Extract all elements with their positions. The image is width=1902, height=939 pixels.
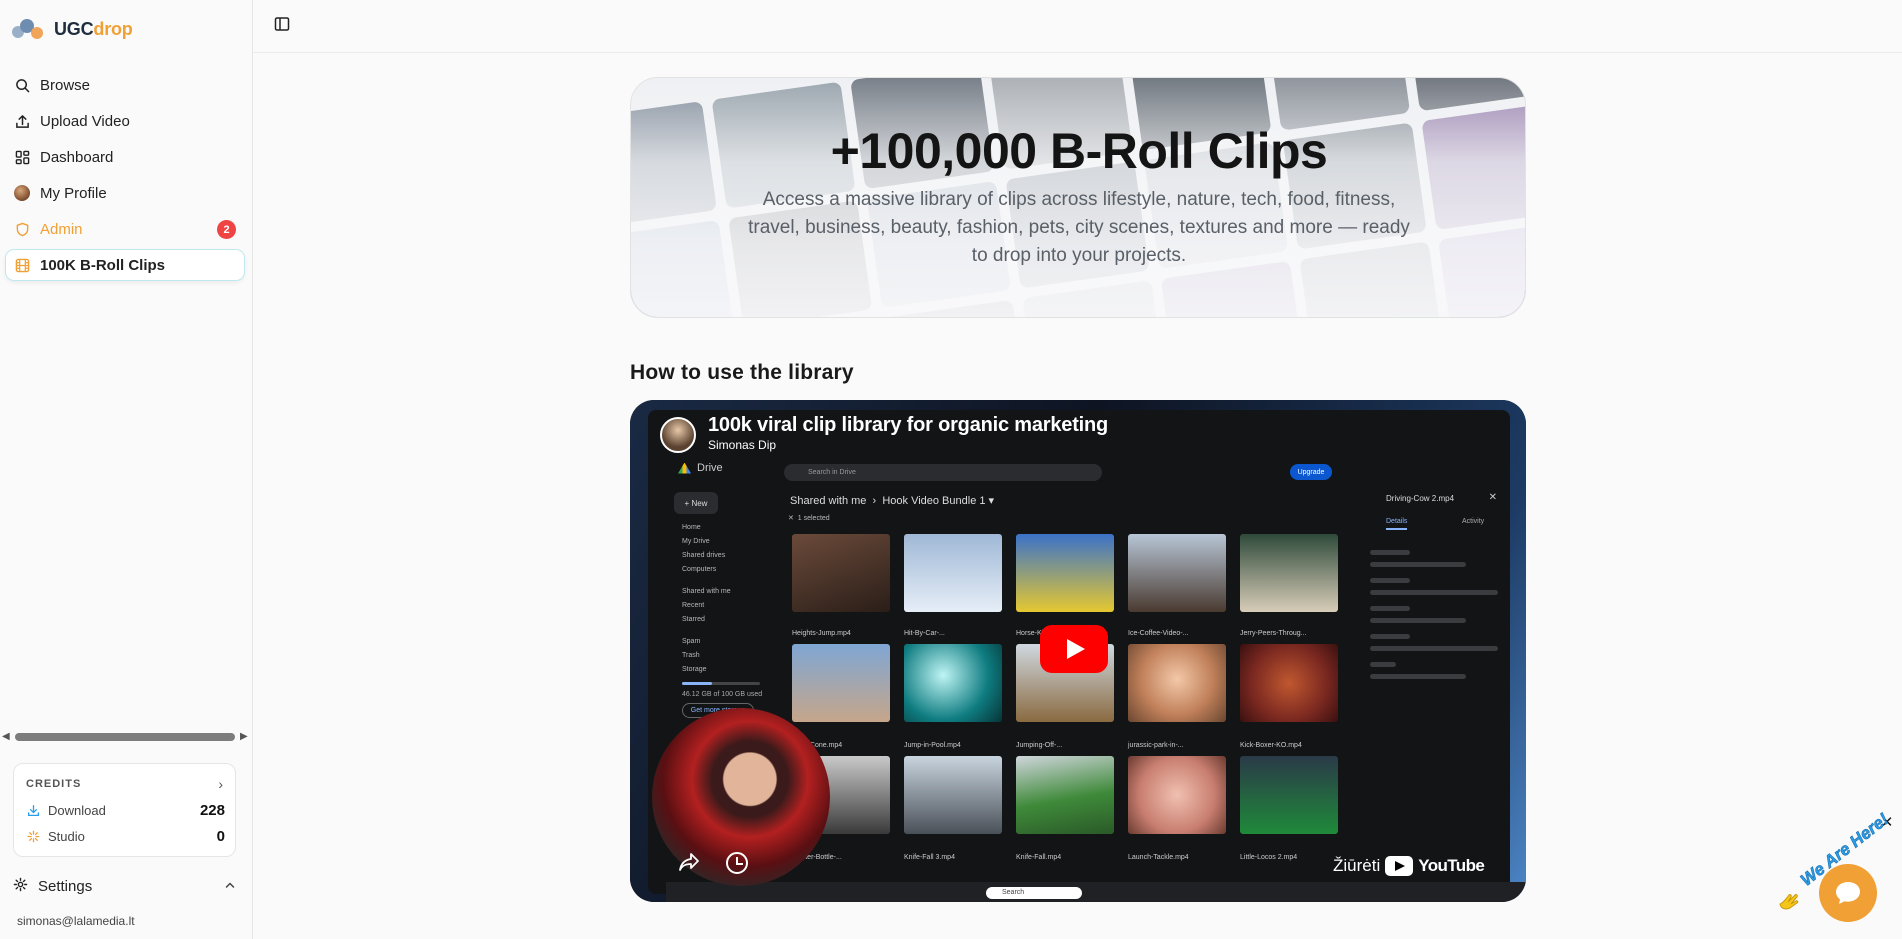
- sidebar-item-broll-clips[interactable]: 100K B-Roll Clips: [6, 250, 244, 280]
- drive-logo: Drive: [678, 462, 723, 474]
- sidebar-item-admin[interactable]: Admin 2: [6, 214, 244, 244]
- credit-row-download: Download 228: [26, 800, 225, 820]
- settings-toggle[interactable]: Settings: [13, 876, 236, 896]
- drive-nav-item: Storage: [682, 666, 707, 673]
- sidebar-horizontal-scrollbar[interactable]: ◀ ▶: [2, 731, 248, 743]
- drive-selection-bar: ✕ 1 selected: [788, 515, 830, 522]
- chevron-right-icon[interactable]: ›: [218, 776, 223, 792]
- hero-banner: +100,000 B-Roll Clips Access a massive l…: [630, 77, 1526, 318]
- youtube-embed[interactable]: Drive + New Home My Drive Shared drives …: [630, 400, 1526, 902]
- watch-label: Žiūrėti: [1333, 856, 1381, 875]
- drive-nav-item: Trash: [682, 652, 700, 659]
- dashboard-icon: [14, 149, 30, 165]
- credit-value: 0: [216, 827, 225, 845]
- sidebar-item-label: Dashboard: [40, 148, 114, 166]
- search-icon: [14, 77, 30, 93]
- sidebar-item-label: My Profile: [40, 184, 107, 202]
- chevron-up-icon: [224, 879, 236, 894]
- download-icon: [26, 803, 40, 817]
- sidebar-item-browse[interactable]: Browse: [6, 70, 244, 100]
- chat-launcher-button[interactable]: [1819, 864, 1877, 922]
- credit-value: 228: [199, 801, 225, 819]
- drive-nav-item: Computers: [682, 566, 717, 573]
- drive-nav-item: Home: [682, 524, 701, 531]
- waving-hand-icon: [1776, 888, 1804, 910]
- film-icon: [14, 257, 30, 273]
- sidebar-item-upload-video[interactable]: Upload Video: [6, 106, 244, 136]
- drive-storage-bar: [682, 682, 760, 685]
- play-button[interactable]: [1040, 625, 1108, 673]
- sparkle-icon: [26, 829, 40, 843]
- drive-storage-text: 46.12 GB of 100 GB used: [682, 691, 763, 698]
- drive-logo-icon: [678, 462, 691, 474]
- upload-icon: [14, 113, 30, 129]
- sidebar: UGCdrop Browse Upload Video Dashboard My…: [0, 0, 253, 939]
- youtube-wordmark: YouTube: [1418, 856, 1485, 875]
- sidebar-item-my-profile[interactable]: My Profile: [6, 178, 244, 208]
- credit-label: Studio: [48, 828, 85, 844]
- drive-upgrade-button: Upgrade: [1290, 464, 1332, 480]
- youtube-icon: [1385, 856, 1414, 876]
- settings-label: Settings: [38, 877, 93, 895]
- watch-later-icon[interactable]: [726, 852, 748, 874]
- avatar: [14, 185, 30, 201]
- drive-nav-item: Starred: [682, 616, 705, 623]
- hero-title: +100,000 B-Roll Clips: [830, 123, 1328, 179]
- sidebar-item-label: Admin: [40, 220, 83, 238]
- credits-card[interactable]: CREDITS › Download 228 Studio 0: [13, 763, 236, 857]
- close-icon: ✕: [1488, 492, 1497, 503]
- scroll-left-icon[interactable]: ◀: [2, 731, 10, 743]
- logo[interactable]: UGCdrop: [12, 16, 133, 42]
- drive-new-button: + New: [674, 492, 718, 514]
- drive-details-panel: Driving-Cow 2.mp4 ✕ Details Activity: [1360, 492, 1505, 742]
- shield-icon: [14, 221, 30, 237]
- share-icon[interactable]: [678, 852, 699, 872]
- credit-label: Download: [48, 802, 106, 818]
- section-title: How to use the library: [630, 361, 854, 384]
- sidebar-item-label: Browse: [40, 76, 91, 94]
- user-email: simonas@lalamedia.lt: [17, 914, 135, 928]
- scrollbar-thumb[interactable]: [15, 733, 235, 741]
- hero-subtitle: Access a massive library of clips across…: [748, 189, 1410, 266]
- drive-breadcrumb: Shared with me › Hook Video Bundle 1 ▾: [790, 495, 995, 507]
- channel-avatar[interactable]: [660, 417, 696, 453]
- drive-nav-item: Recent: [682, 602, 705, 609]
- credits-heading: CREDITS: [26, 778, 82, 790]
- drive-nav-item: Shared drives: [682, 552, 726, 559]
- gear-icon: [13, 877, 28, 896]
- sidebar-toggle-icon[interactable]: [274, 16, 292, 34]
- windows-taskbar: Search: [666, 882, 1526, 902]
- drive-nav-item: My Drive: [682, 538, 710, 545]
- drive-search: Search in Drive: [784, 464, 1102, 481]
- drive-nav-item: Shared with me: [682, 588, 731, 595]
- top-bar: [253, 0, 1902, 53]
- sidebar-item-dashboard[interactable]: Dashboard: [6, 142, 244, 172]
- credit-row-studio: Studio 0: [26, 826, 225, 846]
- sidebar-item-label: 100K B-Roll Clips: [40, 256, 166, 274]
- video-channel[interactable]: Simonas Dip: [708, 438, 776, 452]
- video-title[interactable]: 100k viral clip library for organic mark…: [708, 414, 1108, 437]
- scroll-right-icon[interactable]: ▶: [240, 731, 248, 743]
- drive-nav-item: Spam: [682, 638, 701, 645]
- notification-badge: 2: [217, 220, 236, 239]
- chat-icon: [1836, 882, 1860, 904]
- watch-on-youtube-button[interactable]: Žiūrėti YouTube: [1333, 854, 1485, 878]
- logo-text: UGCdrop: [54, 18, 133, 39]
- logo-icon: [12, 17, 46, 41]
- sidebar-item-label: Upload Video: [40, 112, 130, 130]
